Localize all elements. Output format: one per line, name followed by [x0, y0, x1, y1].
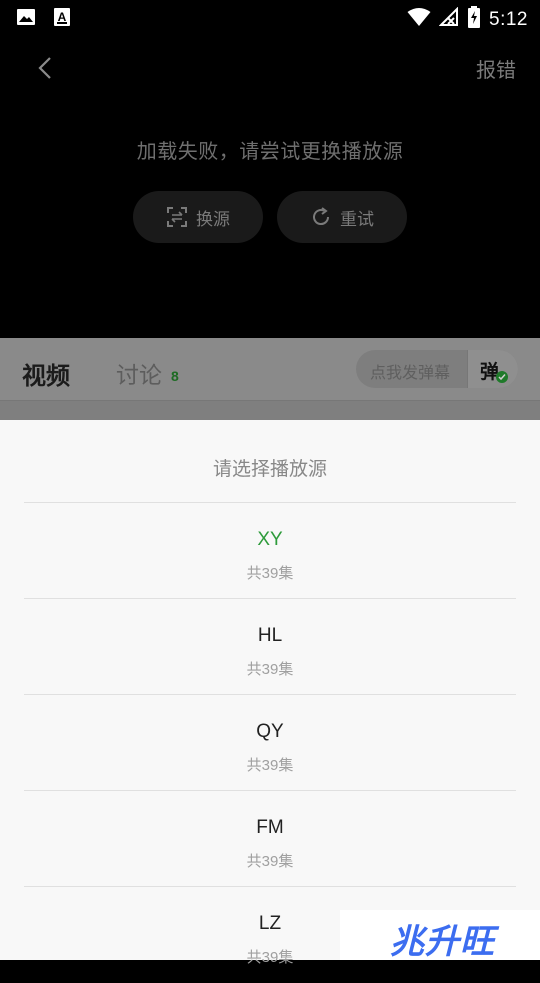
danmu-toggle-button[interactable]: 弹	[467, 350, 518, 388]
watermark-logo: 兆升旺	[340, 910, 540, 961]
content-tab-bar: 视频 讨论 8 点我发弹幕 弹	[0, 338, 540, 400]
report-error-button[interactable]: 报错	[476, 54, 516, 83]
sheet-title: 请选择播放源	[212, 459, 327, 480]
source-option-xy[interactable]: XY 共39集	[24, 503, 516, 599]
dimmed-content-strip	[0, 400, 540, 421]
status-bar: A 5:12	[0, 0, 540, 36]
a-box-icon: A	[52, 7, 72, 27]
source-option-episodes: 共39集	[246, 757, 294, 774]
switch-source-button[interactable]: 换源	[133, 191, 263, 243]
swap-source-icon	[167, 207, 187, 227]
source-option-fm[interactable]: FM 共39集	[24, 791, 516, 887]
battery-charging-icon	[467, 6, 481, 33]
retry-button[interactable]: 重试	[277, 191, 407, 243]
back-button[interactable]	[30, 52, 62, 84]
source-option-episodes: 共39集	[246, 661, 294, 678]
status-time: 5:12	[489, 8, 528, 30]
source-option-name: HL	[257, 625, 283, 646]
source-select-sheet: 请选择播放源 XY 共39集 HL 共39集 QY 共39集 FM 共39集 L…	[0, 420, 540, 966]
source-option-name: QY	[256, 721, 284, 742]
status-right-icons: 5:12	[407, 6, 528, 33]
wifi-icon	[407, 7, 431, 32]
source-option-qy[interactable]: QY 共39集	[24, 695, 516, 791]
danmu-bar: 点我发弹幕 弹	[356, 350, 518, 388]
no-signal-icon	[438, 6, 459, 32]
status-left-icons: A	[16, 7, 72, 27]
discuss-count-badge: 8	[171, 368, 179, 384]
svg-text:A: A	[58, 10, 67, 24]
source-option-name: XY	[257, 529, 283, 550]
tab-video[interactable]: 视频	[22, 356, 70, 391]
source-option-episodes: 共39集	[246, 565, 294, 582]
danmu-input[interactable]: 点我发弹幕	[370, 359, 450, 383]
source-option-name: FM	[256, 817, 284, 838]
chevron-left-icon	[38, 57, 51, 79]
watermark-text: 兆升旺	[390, 923, 495, 961]
retry-label: 重试	[340, 209, 374, 229]
source-option-episodes: 共39集	[246, 853, 294, 870]
load-error-message: 加载失败，请尝试更换播放源	[136, 141, 404, 163]
refresh-icon	[313, 207, 330, 226]
switch-source-label: 换源	[196, 209, 230, 229]
video-player[interactable]: 报错 加载失败，请尝试更换播放源 换源 重试	[0, 36, 540, 338]
check-icon	[496, 371, 508, 383]
source-option-hl[interactable]: HL 共39集	[24, 599, 516, 695]
tab-discuss[interactable]: 讨论	[116, 356, 162, 390]
image-icon	[16, 7, 36, 27]
